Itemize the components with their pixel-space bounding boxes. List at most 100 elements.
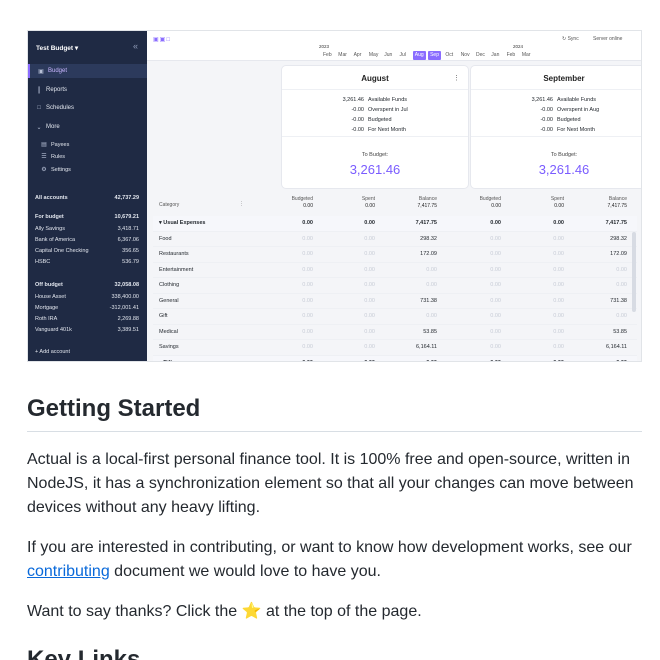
view-toggle-icons[interactable]: ▣▣□ [153,36,171,43]
cell-value[interactable]: 172.09 [397,251,437,257]
cell-value[interactable]: 0.00 [524,251,564,257]
scrollbar[interactable] [632,232,636,312]
cell-value[interactable]: 731.38 [397,298,437,304]
cell-value[interactable]: 0.00 [397,267,437,273]
kebab-icon[interactable]: ⋮ [453,74,460,82]
cell-value[interactable]: 0.00 [273,220,313,226]
month-may[interactable]: May [367,51,380,60]
cell-value[interactable]: 0.00 [461,329,501,335]
cell-value[interactable]: 0.00 [461,251,501,257]
cell-value[interactable]: 0.00 [524,329,564,335]
cell-value[interactable]: 53.85 [397,329,437,335]
cell-value[interactable]: 7,417.75 [587,220,627,226]
cell-value[interactable]: 0.00 [524,282,564,288]
category-name[interactable]: Entertainment [159,267,193,273]
month-mar[interactable]: Mar [520,51,533,60]
sidebar-item-reports[interactable]: ┃ Reports [28,83,147,97]
cell-value[interactable]: 0.00 [273,236,313,242]
cell-value[interactable]: 0.00 [461,344,501,350]
month-sep[interactable]: Sep [428,51,441,60]
cell-value[interactable]: 0.00 [461,282,501,288]
category-name[interactable]: ▸ Bills [159,360,175,362]
category-row[interactable]: Restaurants 0.00 0.00 172.09 0.00 0.00 172.09 [153,247,637,263]
cell-value[interactable]: 0.00 [397,313,437,319]
category-row[interactable]: Food 0.00 0.00 298.32 0.00 0.00 298.32 [153,232,637,247]
account-row[interactable]: Ally Savings 3,418.71 [35,224,139,234]
account-row[interactable]: Vanguard 401k 3,389.51 [35,325,139,335]
category-name[interactable]: Food [159,236,172,242]
cell-value[interactable]: 0.00 [461,360,501,362]
cell-value[interactable]: 0.00 [335,220,375,226]
budget-title[interactable]: Test Budget ▾ [36,44,78,52]
cell-value[interactable]: 0.00 [335,251,375,257]
sidebar-item-payees[interactable]: ▤ Payees [28,139,147,150]
sidebar-item-budget[interactable]: ▣ Budget [28,64,147,78]
category-name[interactable]: Clothing [159,282,179,288]
month-aug[interactable]: Aug [412,51,426,60]
cell-value[interactable]: 0.00 [335,313,375,319]
contributing-link[interactable]: contributing [27,563,110,580]
cell-value[interactable]: 6,164.11 [587,344,627,350]
cell-value[interactable]: 0.00 [397,360,437,362]
category-name[interactable]: ▾ Usual Expenses [159,220,205,226]
cell-value[interactable]: 0.00 [273,360,313,362]
cell-value[interactable]: 0.00 [335,360,375,362]
month-mar[interactable]: Mar [336,51,349,60]
sync-button[interactable]: ↻ Sync [562,36,579,42]
month-nov[interactable]: Nov [459,51,472,60]
category-name[interactable]: Medical [159,329,178,335]
month-feb[interactable]: Feb [505,51,518,60]
cell-value[interactable]: 6,164.11 [397,344,437,350]
category-row[interactable]: Gift 0.00 0.00 0.00 0.00 0.00 0.00 [153,309,637,325]
account-row[interactable]: Mortgage -312,001.41 [35,303,139,313]
cell-value[interactable]: 0.00 [524,236,564,242]
sidebar-item-schedules[interactable]: □ Schedules [28,101,147,115]
cell-value[interactable]: 298.32 [587,236,627,242]
month-jul[interactable]: Jul [398,51,408,60]
cell-value[interactable]: 0.00 [587,267,627,273]
month-dec[interactable]: Dec [474,51,487,60]
cell-value[interactable]: 0.00 [273,251,313,257]
category-row[interactable]: General 0.00 0.00 731.38 0.00 0.00 731.38 [153,294,637,309]
category-name[interactable]: Restaurants [159,251,189,257]
month-apr[interactable]: Apr [352,51,364,60]
cell-value[interactable]: 7,417.75 [397,220,437,226]
sidebar-item-more[interactable]: ⌄ More [28,120,147,134]
month-oct[interactable]: Oct [443,51,455,60]
cell-value[interactable]: 0.00 [461,298,501,304]
cell-value[interactable]: 0.00 [335,282,375,288]
category-name[interactable]: Gift [159,313,168,319]
category-row[interactable]: Medical 0.00 0.00 53.85 0.00 0.00 53.85 [153,325,637,340]
cell-value[interactable]: 0.00 [461,267,501,273]
cell-value[interactable]: 0.00 [587,360,627,362]
cell-value[interactable]: 0.00 [461,313,501,319]
cell-value[interactable]: 0.00 [335,236,375,242]
cell-value[interactable]: 0.00 [524,344,564,350]
cell-value[interactable]: 53.85 [587,329,627,335]
category-name[interactable]: General [159,298,179,304]
cell-value[interactable]: 0.00 [524,298,564,304]
month-jan[interactable]: Jan [489,51,501,60]
sidebar-item-rules[interactable]: ☰ Rules [28,151,147,162]
account-group-header[interactable]: For budget 10,679.21 [35,212,139,222]
cell-value[interactable]: 0.00 [524,267,564,273]
cell-value[interactable]: 0.00 [524,360,564,362]
category-row[interactable]: Entertainment 0.00 0.00 0.00 0.00 0.00 0.00 [153,263,637,278]
account-row[interactable]: Roth IRA 2,269.88 [35,314,139,324]
sidebar-item-settings[interactable]: ⚙ Settings [28,164,147,175]
cell-value[interactable]: 298.32 [397,236,437,242]
cell-value[interactable]: 731.38 [587,298,627,304]
category-row[interactable]: Savings 0.00 0.00 6,164.11 0.00 0.00 6,164.11 [153,340,637,356]
cell-value[interactable]: 172.09 [587,251,627,257]
cell-value[interactable]: 0.00 [524,220,564,226]
account-group-header[interactable]: Off budget 32,058.08 [35,280,139,290]
cell-value[interactable]: 0.00 [397,282,437,288]
cell-value[interactable]: 0.00 [524,313,564,319]
cell-value[interactable]: 0.00 [587,282,627,288]
account-group-header[interactable]: All accounts 42,737.29 [35,193,139,203]
to-budget-value[interactable]: 3,261.46 [282,162,468,177]
account-row[interactable]: HSBC 536.79 [35,257,139,267]
cell-value[interactable]: 0.00 [273,313,313,319]
cell-value[interactable]: 0.00 [461,236,501,242]
cell-value[interactable]: 0.00 [335,298,375,304]
